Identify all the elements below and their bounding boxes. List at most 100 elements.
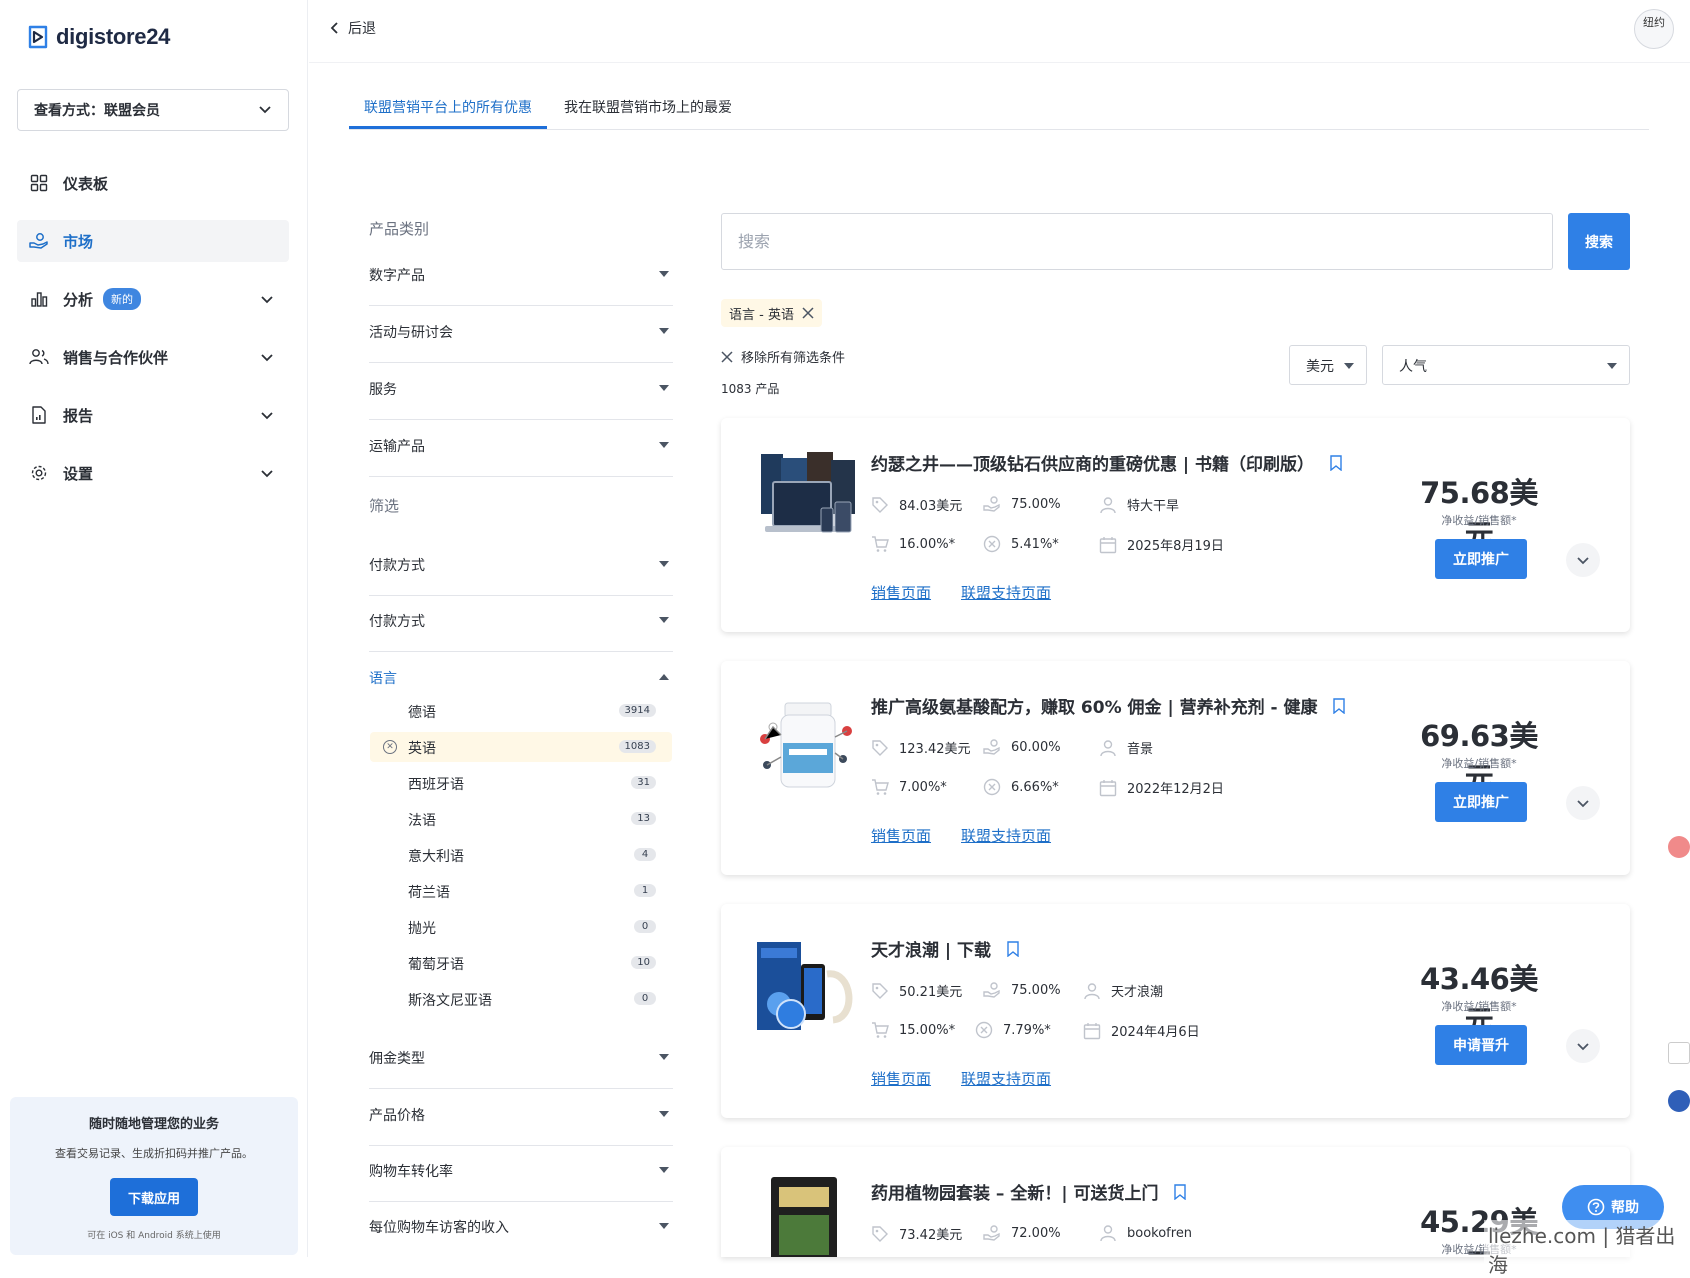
chevron-down-icon[interactable] xyxy=(259,465,275,481)
cart-icon xyxy=(871,535,889,553)
filter-commission-type[interactable]: 佣金类型 xyxy=(369,1033,673,1089)
product-title[interactable]: 约瑟之井——顶级钻石供应商的重磅优惠 | 书籍（印刷版） xyxy=(871,450,1342,475)
caret-down-icon xyxy=(659,1054,669,1060)
view-mode-select[interactable]: 查看方式：联盟会员 xyxy=(17,89,289,131)
search-button[interactable]: 搜索 xyxy=(1568,213,1630,270)
nav-reports[interactable]: 报告 xyxy=(17,394,289,436)
product-title-text: 约瑟之井——顶级钻石供应商的重磅优惠 | 书籍（印刷版） xyxy=(871,455,1315,475)
bookmark-icon[interactable] xyxy=(1333,697,1346,714)
language-name: 抛光 xyxy=(408,921,436,937)
language-option[interactable]: 抛光 0 xyxy=(370,912,672,942)
stat-commission: 60.00% xyxy=(983,738,1061,756)
user-icon xyxy=(1099,1224,1117,1242)
promote-now-button[interactable]: 立即推广 xyxy=(1435,539,1527,579)
book-icon[interactable] xyxy=(1668,1042,1690,1064)
promo-text: 查看交易记录、生成折扣码并推广产品。 xyxy=(55,1147,253,1160)
filter-category-services[interactable]: 服务 xyxy=(369,364,673,420)
expand-button[interactable] xyxy=(1566,786,1600,820)
filter-category-events[interactable]: 活动与研讨会 xyxy=(369,307,673,363)
filter-cart-conversion[interactable]: 购物车转化率 xyxy=(369,1146,673,1202)
caret-down-icon xyxy=(659,1223,669,1229)
stat-commission: 75.00% xyxy=(983,981,1061,999)
calendar-icon xyxy=(1083,1022,1101,1040)
affiliate-support-link[interactable]: 联盟支持页面 xyxy=(961,1068,1051,1089)
sales-page-link[interactable]: 销售页面 xyxy=(871,582,931,603)
filter-category-digital[interactable]: 数字产品 xyxy=(369,250,673,306)
stat-date: 2024年4月6日 xyxy=(1083,1021,1200,1040)
chevron-down-icon[interactable] xyxy=(259,407,275,423)
bookmark-icon[interactable] xyxy=(1330,454,1342,471)
search-input[interactable] xyxy=(721,213,1553,270)
nav-settings[interactable]: 设置 xyxy=(17,452,289,494)
language-option[interactable]: 荷兰语 1 xyxy=(370,876,672,906)
filter-earnings-per-cart-visitor[interactable]: 每位购物车访客的收入 xyxy=(369,1202,673,1258)
product-title[interactable]: 药用植物园套装 – 全新！| 可送货上门 xyxy=(871,1179,1187,1204)
globe-icon[interactable] xyxy=(1668,1090,1690,1112)
expand-button[interactable] xyxy=(1566,1029,1600,1063)
promote-now-button[interactable]: 立即推广 xyxy=(1435,782,1527,822)
sales-page-link[interactable]: 销售页面 xyxy=(871,825,931,846)
clear-all-filters[interactable]: 移除所有筛选条件 xyxy=(721,347,845,366)
language-option[interactable]: 斯洛文尼亚语 0 xyxy=(370,984,672,1014)
language-option-selected[interactable]: ✕ 英语 1083 xyxy=(370,732,672,762)
app-promo-panel: 随时随地管理您的业务 查看交易记录、生成折扣码并推广产品。 下载应用 可在 iO… xyxy=(10,1097,298,1255)
earnings-label: 净收益/销售额* xyxy=(1441,1000,1517,1013)
sort-select[interactable]: 人气 xyxy=(1382,345,1630,385)
product-title[interactable]: 天才浪潮 | 下载 xyxy=(871,936,1019,961)
language-count: 0 xyxy=(634,920,656,933)
chevron-down-icon[interactable] xyxy=(259,349,275,365)
report-document-icon xyxy=(29,405,49,425)
filter-category-shipping[interactable]: 运输产品 xyxy=(369,421,673,477)
product-title[interactable]: 推广高级氨基酸配方，赚取 60% 佣金 | 营养补充剂 - 健康 xyxy=(871,693,1346,718)
stat-value: 73.42美元 xyxy=(899,1228,963,1243)
expand-button[interactable] xyxy=(1566,543,1600,577)
language-option[interactable]: 葡萄牙语 10 xyxy=(370,948,672,978)
stat-value: 6.66%* xyxy=(1011,779,1059,795)
affiliate-support-link[interactable]: 联盟支持页面 xyxy=(961,825,1051,846)
language-name: 西班牙语 xyxy=(408,777,464,793)
price-tag-icon xyxy=(871,496,889,514)
filter-payment-method-2[interactable]: 付款方式 xyxy=(369,596,673,652)
request-promotion-button[interactable]: 申请晋升 xyxy=(1435,1025,1527,1065)
stat-value: 2022年12月2日 xyxy=(1127,782,1224,797)
user-icon xyxy=(1083,982,1101,1000)
cart-icon xyxy=(871,1021,889,1039)
affiliate-support-link[interactable]: 联盟支持页面 xyxy=(961,582,1051,603)
digistore-logo-icon xyxy=(28,25,48,49)
filter-payment-method[interactable]: 付款方式 xyxy=(369,540,673,596)
nav-analytics[interactable]: 分析 新的 xyxy=(17,278,289,320)
filter-product-price[interactable]: 产品价格 xyxy=(369,1090,673,1146)
category-heading: 产品类别 xyxy=(369,220,430,238)
chevron-down-icon[interactable] xyxy=(259,291,275,307)
filter-label: 佣金类型 xyxy=(369,1051,425,1067)
tab-all-offers[interactable]: 联盟营销平台上的所有优惠 xyxy=(364,97,532,117)
nav-sales-partners[interactable]: 销售与合作伙伴 xyxy=(17,336,289,378)
nav-dashboard[interactable]: 仪表板 xyxy=(17,162,289,204)
currency-select[interactable]: 美元 xyxy=(1289,345,1367,385)
nav-marketplace[interactable]: 市场 xyxy=(17,220,289,262)
back-link[interactable]: 后退 xyxy=(330,18,376,38)
stat-date: 2025年8月19日 xyxy=(1099,535,1224,554)
price-tag-icon xyxy=(871,982,889,1000)
language-option[interactable]: 法语 13 xyxy=(370,804,672,834)
language-option[interactable]: 意大利语 4 xyxy=(370,840,672,870)
remove-circle-icon[interactable]: ✕ xyxy=(383,740,397,754)
cancel-circle-icon xyxy=(983,535,1001,553)
earnings-label: 净收益/销售额* xyxy=(1441,757,1517,770)
translate-icon[interactable] xyxy=(1668,836,1690,858)
calendar-icon xyxy=(1099,536,1117,554)
sales-page-link[interactable]: 销售页面 xyxy=(871,1068,931,1089)
download-app-button[interactable]: 下载应用 xyxy=(110,1178,198,1216)
filter-label: 服务 xyxy=(369,382,397,398)
nav-label: 仪表板 xyxy=(63,174,109,193)
logo[interactable]: digistore24 xyxy=(26,24,170,50)
logo-text: digistore24 xyxy=(56,24,171,49)
bookmark-icon[interactable] xyxy=(1174,1183,1187,1200)
bookmark-icon[interactable] xyxy=(1007,940,1019,957)
stat-value: 60.00% xyxy=(1011,739,1061,755)
user-avatar[interactable]: 纽约 xyxy=(1634,9,1674,49)
language-option[interactable]: 德语 3914 xyxy=(370,696,672,726)
close-icon[interactable] xyxy=(802,307,814,319)
language-option[interactable]: 西班牙语 31 xyxy=(370,768,672,798)
tab-favorites[interactable]: 我在联盟营销市场上的最爱 xyxy=(564,97,732,117)
